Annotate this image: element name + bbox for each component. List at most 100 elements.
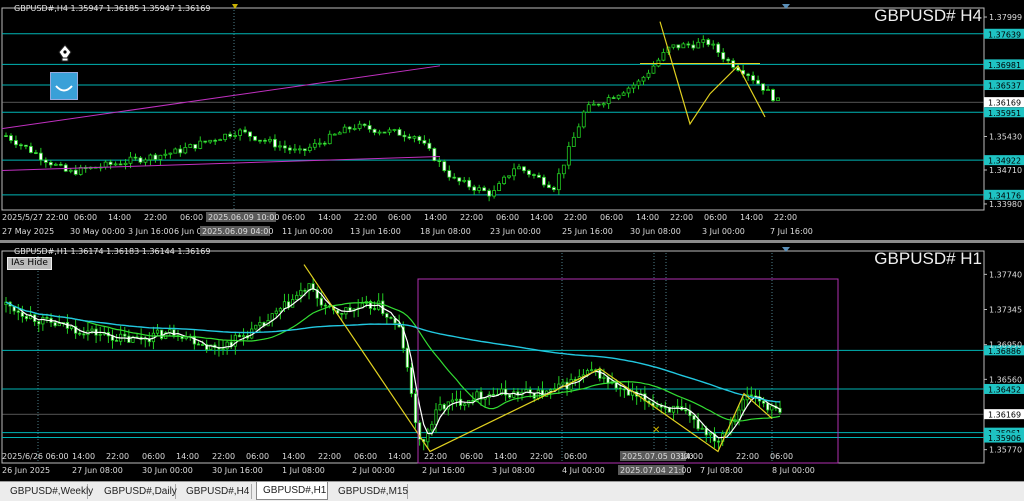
candle-body: [671, 405, 676, 413]
candle-body: [377, 131, 382, 134]
candle-body: [508, 394, 512, 398]
time-axis-label: 22:00: [670, 213, 693, 222]
date-axis-label: 7 Jul 08:00: [700, 466, 743, 475]
candle-body: [133, 156, 138, 159]
candle-body: [323, 304, 328, 307]
candle-body: [581, 111, 586, 128]
candle-body: [193, 144, 198, 149]
date-axis-label: 30 Jun 00:00: [142, 466, 193, 475]
candle-body: [576, 126, 581, 138]
candle-body: [397, 129, 402, 136]
candle-body: [434, 409, 438, 425]
candle-body: [497, 183, 501, 191]
candle-body: [348, 307, 352, 312]
candle-body: [198, 140, 203, 149]
tab-weekly[interactable]: GBPUSD#,Weekly: [4, 484, 93, 499]
candle-body: [221, 348, 225, 351]
h4-ohlc-header: GBPUSD#,H4 1.35947 1.36185 1.35947 1.361…: [14, 4, 211, 13]
candle-body: [551, 187, 556, 191]
candle-body: [340, 312, 344, 315]
candle-body: [299, 289, 303, 296]
candle-body: [402, 134, 407, 138]
candle-body: [606, 97, 611, 105]
date-axis-label: 2025.06.09 04:00: [202, 227, 273, 236]
date-axis-label: 26 Jun 2025: [2, 466, 50, 475]
candle-body: [45, 317, 49, 319]
candle-body: [622, 388, 626, 391]
candle-body: [57, 323, 61, 327]
tab-h4[interactable]: GBPUSD#,H4: [180, 484, 252, 499]
candle-body: [225, 341, 229, 350]
candle-body: [250, 328, 254, 339]
candle-body: [452, 176, 457, 179]
plot-frame: [1, 7, 985, 211]
price-level-label: 1.35951: [988, 109, 1021, 118]
candle-body: [303, 289, 307, 292]
candle-body: [590, 369, 594, 372]
candle-body: [427, 142, 432, 149]
candle-body: [357, 123, 362, 129]
candle-body: [223, 133, 228, 140]
candle-body: [20, 311, 24, 317]
candle-body: [432, 148, 437, 162]
date-axis-label: 7 Jul 16:00: [770, 227, 813, 236]
candle-body: [203, 140, 208, 143]
candle-body: [741, 399, 745, 411]
candle-body: [708, 433, 712, 436]
smile-face-icon[interactable]: [50, 72, 78, 100]
time-axis-label: 22:00: [564, 213, 587, 222]
candle-body: [430, 423, 434, 431]
candle-body: [58, 163, 63, 166]
h1-chart-pane[interactable]: 1.368861.364521.359611.359061.377401.373…: [0, 243, 1024, 481]
candle-body: [9, 135, 13, 141]
tab-daily[interactable]: GBPUSD#,Daily: [98, 484, 177, 499]
candle-body: [491, 393, 495, 396]
candle-body: [561, 381, 565, 385]
candle-body: [68, 169, 73, 172]
candle-body: [487, 190, 492, 197]
date-axis-label: 18 Jun 08:00: [420, 227, 471, 236]
tab-h1[interactable]: GBPUSD#,H1: [256, 482, 328, 500]
price-tick-label: 1.36560: [989, 375, 1022, 384]
time-axis-label: 22:00: [106, 452, 129, 461]
fountain-pen-icon[interactable]: [56, 44, 74, 62]
time-axis-label: 14:00: [424, 213, 447, 222]
tab-m15[interactable]: GBPUSD#,M15: [332, 484, 408, 499]
price-tick-label: 1.34710: [989, 166, 1022, 175]
candle-body: [711, 43, 716, 46]
h4-chart-canvas[interactable]: 1.376391.369811.365371.359511.349221.341…: [0, 0, 1024, 240]
candle-body: [442, 161, 447, 172]
candle-body: [716, 43, 721, 53]
candle-body: [118, 163, 123, 166]
candle-body: [278, 145, 282, 148]
candle-body: [263, 139, 267, 142]
candle-body: [636, 80, 641, 86]
candle-body: [586, 104, 591, 113]
candle-body: [492, 190, 497, 197]
candle-body: [671, 44, 676, 48]
candle-body: [98, 333, 102, 336]
candle-body: [41, 317, 45, 325]
candle-body: [477, 187, 482, 191]
candle-body: [546, 184, 551, 189]
h4-symbol-title: GBPUSD# H4: [874, 6, 982, 25]
candle-body: [387, 129, 392, 133]
candle-body: [16, 310, 20, 313]
channel-lower-line: [1, 156, 441, 171]
candle-body: [43, 159, 48, 163]
candle-body: [268, 138, 272, 142]
time-axis-label: 14:00: [530, 213, 553, 222]
time-axis-label: 22:00: [774, 213, 797, 222]
h1-chart-canvas[interactable]: 1.368861.364521.359611.359061.377401.373…: [0, 243, 1024, 481]
candle-body: [601, 103, 606, 106]
candle-body: [24, 144, 28, 147]
h4-chart-pane[interactable]: 1.37639 1.36981 1.36537 1.35951 1.34922 1.341…: [0, 0, 1024, 240]
candle-body: [696, 419, 700, 430]
ias-hide-button[interactable]: IAs Hide: [7, 257, 52, 270]
candle-body: [766, 402, 770, 411]
candle-body: [749, 394, 753, 397]
candle-body: [471, 400, 475, 402]
date-axis-label: 2 Jul 00:00: [352, 466, 395, 475]
candle-body: [731, 60, 736, 68]
h1-ohlc-header: GBPUSD#,H1 1.36174 1.36183 1.36144 1.361…: [14, 247, 211, 256]
